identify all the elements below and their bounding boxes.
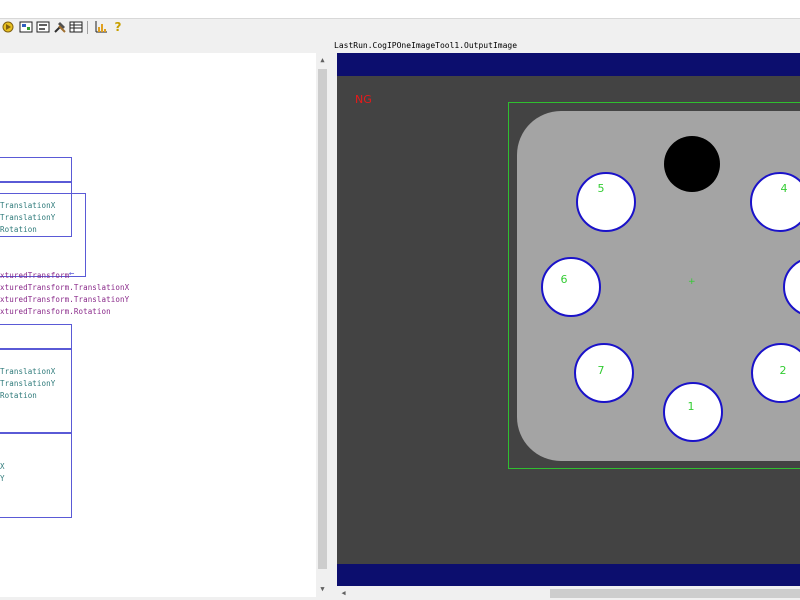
status-label: NG: [355, 93, 372, 106]
toolbar-separator: [87, 21, 88, 34]
image-display[interactable]: NG 5 4 6 7 2 1 +: [337, 53, 800, 586]
hole-label: 4: [780, 182, 788, 195]
diagram-line: TranslationX: [0, 201, 56, 210]
diagram-line: xturedTransform.TranslationX: [0, 283, 130, 292]
hole-label: 1: [687, 400, 695, 413]
diagram-line: xturedTransform.TranslationY: [0, 295, 130, 304]
diagram-line: X: [0, 462, 5, 471]
center-marker: +: [688, 277, 696, 287]
hole-6: [541, 257, 601, 317]
toolbar: ?: [0, 19, 800, 37]
run-icon[interactable]: [1, 20, 15, 34]
image-icon[interactable]: [19, 20, 33, 34]
bottom-band: [337, 564, 800, 586]
diagram-line: TranslationY: [0, 379, 56, 388]
arrow-left-icon: ←: [69, 269, 75, 279]
vertical-scrollbar[interactable]: ▲ ▼: [316, 53, 329, 597]
hole-label: 6: [560, 273, 568, 286]
scroll-left-icon[interactable]: ◀: [337, 589, 350, 597]
chart-icon[interactable]: [94, 20, 108, 34]
hole-label: 5: [597, 182, 605, 195]
diagram-box-3: [0, 432, 72, 518]
hole-label: 2: [779, 364, 787, 377]
title-strip: [0, 0, 800, 19]
top-band: [337, 53, 800, 76]
hole-label: 7: [597, 364, 605, 377]
help-icon[interactable]: ?: [111, 20, 125, 34]
image-icon-2[interactable]: [36, 20, 50, 34]
diagram-line: Y: [0, 474, 5, 483]
scroll-down-icon[interactable]: ▼: [316, 585, 329, 593]
scroll-up-icon[interactable]: ▲: [316, 56, 329, 64]
reference-hole: [664, 136, 720, 192]
diagram-line: TranslationX: [0, 367, 56, 376]
diagram-line: Rotation: [0, 225, 37, 234]
diagram-line: TranslationY: [0, 213, 56, 222]
diagram-line: xturedTransform: [0, 271, 70, 280]
horizontal-scrollbar[interactable]: ◀: [337, 587, 800, 600]
diagram-box-header-2: [0, 324, 72, 350]
scroll-thumb-horizontal[interactable]: [550, 589, 800, 598]
table-icon[interactable]: [69, 20, 83, 34]
data-flow-pane: TranslationX TranslationY Rotation xture…: [0, 53, 316, 597]
hole-5: [576, 172, 636, 232]
scroll-thumb[interactable]: [318, 69, 327, 569]
tools-icon[interactable]: [53, 20, 67, 34]
diagram-box-header-1: [0, 157, 72, 183]
image-display-header: LastRun.CogIPOneImageTool1.OutputImage: [334, 41, 518, 50]
diagram-line: xturedTransform.Rotation: [0, 307, 111, 316]
diagram-line: Rotation: [0, 391, 37, 400]
